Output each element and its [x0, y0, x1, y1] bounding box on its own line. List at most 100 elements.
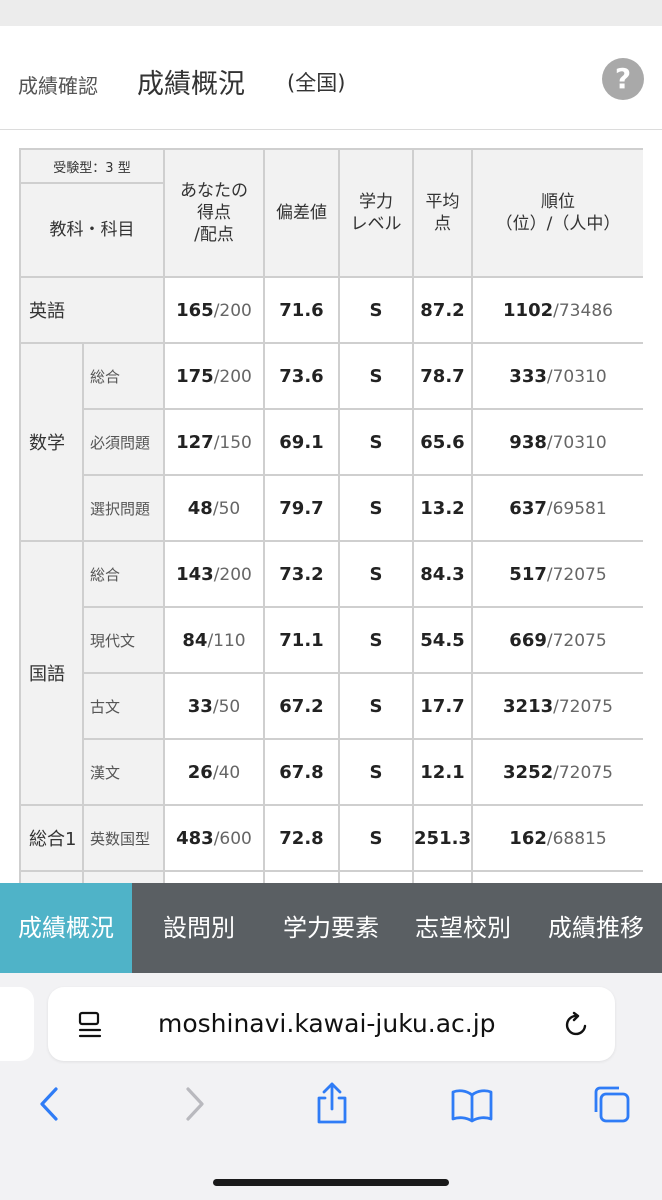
col-header-level: 学力 レベル	[338, 148, 414, 278]
score-table: 受験型：3 型 あなたの 得点 /配点 偏差値 学力 レベル 平均 点 順位 （…	[19, 148, 643, 884]
table-header-row: 受験型：3 型 あなたの 得点 /配点 偏差値 学力 レベル 平均 点 順位 （…	[19, 148, 643, 278]
score-table-container: 受験型：3 型 あなたの 得点 /配点 偏差値 学力 レベル 平均 点 順位 （…	[19, 148, 643, 884]
rank-value: 669	[509, 629, 547, 651]
rank-total: /72075	[546, 564, 607, 585]
rank-total: /70310	[546, 366, 607, 387]
browser-toolbar: moshinavi.kawai-juku.ac.jp	[0, 973, 662, 1200]
subject-total1: 総合1	[19, 804, 84, 872]
deviation-cell: 69.1	[263, 408, 340, 476]
result-tabbar: 成績概況 設問別 学力要素 志望校別 成績推移	[0, 883, 662, 973]
score-cell: 175/200	[163, 342, 265, 410]
score-cell: 143/200	[163, 540, 265, 608]
deviation-cell: 73.6	[263, 342, 340, 410]
col-header-score-line3: /配点	[194, 225, 234, 245]
score-max: /200	[213, 366, 252, 387]
table-row-total1: 総合1 英数国型 483/600 72.8 S 251.3 162/68815	[19, 804, 643, 872]
average-cell: 65.6	[412, 408, 473, 476]
score-cell: 165/200	[163, 276, 265, 344]
rank-cell: 669/72075	[471, 606, 643, 674]
level-cell: S	[338, 672, 414, 740]
deviation-cell: 71.6	[263, 276, 340, 344]
level-cell: S	[338, 804, 414, 872]
subsubject-label: 総合	[82, 342, 165, 410]
level-cell: S	[338, 474, 414, 542]
tab-by-question[interactable]: 設問別	[132, 883, 266, 973]
table-row-math-total: 数学 総合 175/200 73.6 S 78.7 333/70310	[19, 342, 643, 542]
table-row-english: 英語 165/200 71.6 S 87.2 1102/73486	[19, 276, 643, 344]
col-header-rank-line1: 順位	[541, 192, 575, 212]
rank-total: /68815	[546, 828, 607, 849]
rank-total: /70310	[546, 432, 607, 453]
col-header-score-line2: 得点	[197, 203, 231, 223]
share-icon[interactable]	[314, 1081, 350, 1129]
page-menu-icon[interactable]	[78, 1011, 102, 1043]
tab-overview[interactable]: 成績概況	[0, 883, 132, 973]
score-value: 175	[176, 365, 214, 387]
help-icon[interactable]: ?	[602, 58, 644, 100]
level-cell: S	[338, 606, 414, 674]
average-cell: 84.3	[412, 540, 473, 608]
previous-tab-peek[interactable]	[0, 987, 34, 1061]
deviation-cell: 73.2	[263, 540, 340, 608]
address-bar[interactable]: moshinavi.kawai-juku.ac.jp	[48, 987, 615, 1061]
table-row-japanese-total: 国語 総合 143/200 73.2 S 84.3 517/72075	[19, 540, 643, 806]
subsubject-label: 総合	[82, 540, 165, 608]
tab-score-trend[interactable]: 成績推移	[530, 883, 662, 973]
table-row-japanese-kanbun: 漢文 26/40 67.8 S 12.1 3252/72075	[20, 738, 643, 806]
score-value: 48	[187, 497, 213, 519]
score-cell: 48/50	[163, 474, 265, 542]
forward-icon[interactable]	[182, 1085, 206, 1127]
table-row-japanese-classical: 古文 33/50 67.2 S 17.7 3213/72075	[20, 672, 643, 740]
score-cell: 483/600	[163, 804, 265, 872]
table-row-math-elective: 選択問題 48/50 79.7 S 13.2 637/69581	[20, 474, 643, 542]
col-header-rank: 順位 （位）/（人中）	[471, 148, 643, 278]
score-value: 127	[176, 431, 214, 453]
col-header-score-line1: あなたの	[180, 181, 248, 201]
breadcrumb[interactable]: 成績確認	[18, 70, 98, 99]
tab-ability-factors[interactable]: 学力要素	[266, 883, 396, 973]
score-max: /200	[213, 300, 252, 321]
level-cell: S	[338, 540, 414, 608]
col-header-subject: 教科・科目	[19, 182, 165, 278]
rank-value: 333	[509, 365, 547, 387]
level-cell: S	[338, 738, 414, 806]
rank-total: /72075	[553, 696, 613, 717]
level-cell: S	[338, 276, 414, 344]
page-title: 成績概況	[137, 69, 245, 100]
deviation-cell: 67.8	[263, 738, 340, 806]
average-cell: 54.5	[412, 606, 473, 674]
bookmarks-icon[interactable]	[450, 1087, 494, 1127]
rank-value: 3252	[503, 761, 554, 783]
rank-cell: 517/72075	[471, 540, 643, 608]
average-cell: 13.2	[412, 474, 473, 542]
subsubject-label: 英数国型	[82, 804, 165, 872]
col-header-level-line2: レベル	[350, 214, 402, 234]
rank-value: 938	[509, 431, 547, 453]
score-cell: 127/150	[163, 408, 265, 476]
deviation-cell: 79.7	[263, 474, 340, 542]
tab-by-school[interactable]: 志望校別	[396, 883, 530, 973]
rank-cell: 162/68815	[471, 804, 643, 872]
url-text[interactable]: moshinavi.kawai-juku.ac.jp	[158, 1009, 496, 1038]
score-value: 26	[187, 761, 213, 783]
score-value: 33	[187, 695, 213, 717]
rank-value: 517	[509, 563, 547, 585]
rank-value: 637	[509, 497, 547, 519]
score-cell: 33/50	[163, 672, 265, 740]
col-header-average-line2: 点	[434, 214, 451, 234]
page-subtitle: (全国)	[287, 71, 346, 95]
rank-cell: 1102/73486	[471, 276, 643, 344]
exam-type-label: 受験型：3 型	[19, 148, 165, 184]
rank-value: 162	[509, 827, 547, 849]
rank-total: /72075	[553, 762, 613, 783]
table-row-math-required: 必須問題 127/150 69.1 S 65.6 938/70310	[20, 408, 643, 476]
table-row-japanese-modern: 現代文 84/110 71.1 S 54.5 669/72075	[20, 606, 643, 674]
back-icon[interactable]	[38, 1085, 62, 1127]
reload-icon[interactable]	[564, 1011, 590, 1043]
col-header-score: あなたの 得点 /配点	[163, 148, 265, 278]
score-max: /40	[212, 762, 241, 783]
tabs-icon[interactable]	[590, 1083, 632, 1129]
rank-cell: 333/70310	[471, 342, 643, 410]
rank-value: 1102	[503, 299, 554, 321]
score-max: /110	[207, 630, 246, 651]
